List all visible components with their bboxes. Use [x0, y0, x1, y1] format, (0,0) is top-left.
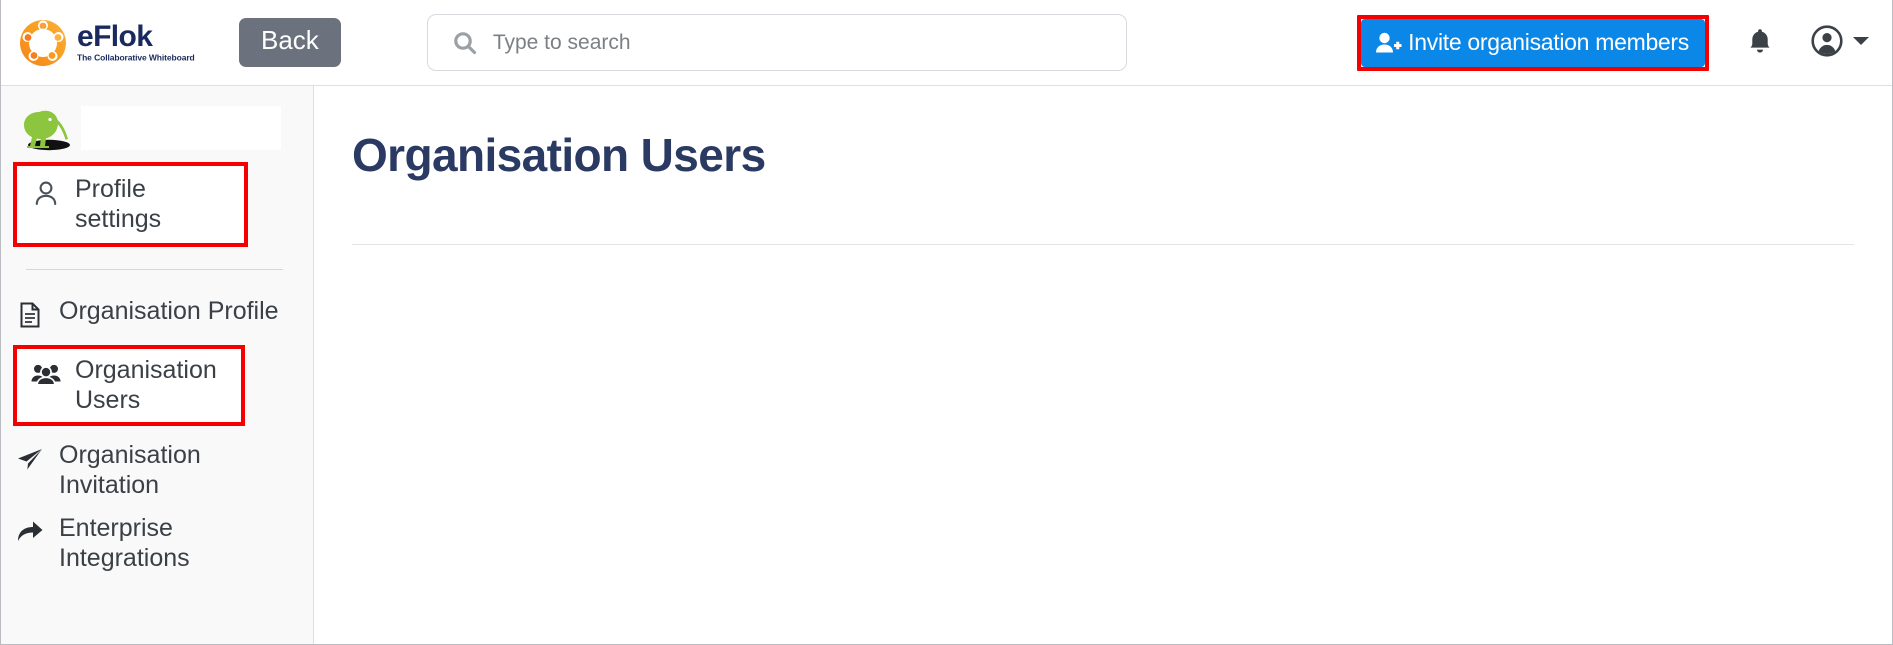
eflok-circle-people-logo-icon	[17, 17, 69, 69]
sidebar: Profile settings Organisation Profile Or…	[1, 86, 314, 644]
invite-organisation-members-button[interactable]: Invite organisation members	[1361, 18, 1705, 67]
page-title: Organisation Users	[352, 129, 766, 181]
profile-settings-highlight: Profile settings	[13, 162, 248, 247]
main-content: Organisation Users	[314, 86, 1892, 644]
organisation-users-highlight: Organisation Users	[13, 345, 245, 426]
document-icon	[15, 300, 45, 330]
content-divider	[352, 244, 1854, 245]
sidebar-item-organisation-users[interactable]: Organisation Users	[17, 349, 241, 422]
profile-settings-label: Profile settings	[75, 175, 162, 233]
user-circle-icon	[1811, 25, 1843, 60]
sidebar-item-organisation-profile[interactable]: Organisation Profile	[1, 290, 313, 337]
notifications-button[interactable]	[1747, 27, 1773, 58]
brand-text: eFlok The Collaborative Whiteboard	[77, 22, 195, 63]
invite-button-label: Invite organisation members	[1408, 29, 1689, 55]
sidebar-divider	[26, 269, 283, 270]
sidebar-item-label: Organisation Users	[75, 356, 217, 414]
search-input[interactable]	[492, 30, 1110, 55]
paper-plane-icon	[15, 444, 45, 474]
user-outline-icon	[31, 178, 61, 208]
search-bar[interactable]	[426, 14, 1127, 71]
invite-button-highlight: Invite organisation members	[1357, 14, 1709, 71]
sidebar-item-label: Organisation Profile	[59, 297, 279, 325]
sidebar-menu: Organisation Profile Organisation Users …	[1, 290, 313, 580]
kiwi-bird-avatar-icon	[19, 105, 71, 151]
users-group-icon	[31, 359, 61, 389]
bell-icon	[1747, 27, 1773, 58]
sidebar-item-organisation-invitation[interactable]: Organisation Invitation	[1, 434, 313, 507]
arrow-share-icon	[15, 517, 45, 547]
top-header-bar: eFlok The Collaborative Whiteboard Back	[1, 0, 1892, 86]
sidebar-item-label: Organisation Invitation	[59, 441, 201, 499]
back-button[interactable]: Back	[239, 18, 341, 67]
chevron-down-icon	[1852, 35, 1870, 50]
search-icon	[452, 30, 478, 56]
brand-logo[interactable]: eFlok The Collaborative Whiteboard	[17, 17, 227, 69]
brand-tagline: The Collaborative Whiteboard	[77, 53, 195, 63]
sidebar-item-enterprise-integrations[interactable]: Enterprise Integrations	[1, 507, 313, 580]
brand-name: eFlok	[77, 20, 153, 54]
account-menu-button[interactable]	[1811, 25, 1870, 60]
sidebar-profile[interactable]	[1, 100, 313, 156]
sidebar-item-label: Enterprise Integrations	[59, 514, 190, 572]
header-right-controls: Invite organisation members	[1357, 14, 1892, 71]
user-plus-icon	[1375, 31, 1402, 55]
page-body: Profile settings Organisation Profile Or…	[1, 86, 1892, 644]
app-window: eFlok The Collaborative Whiteboard Back	[0, 0, 1893, 645]
sidebar-item-profile-settings[interactable]: Profile settings	[17, 166, 244, 243]
profile-name-redacted	[81, 106, 281, 150]
